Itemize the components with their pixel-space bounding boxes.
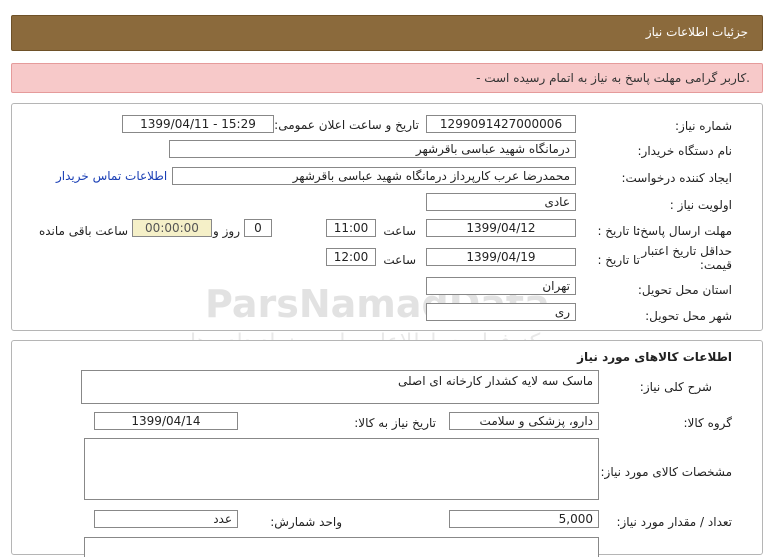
summary-label: شرح کلی نیاز: xyxy=(639,380,712,394)
city-field: ری xyxy=(426,303,576,321)
deadline-time-label: ساعت xyxy=(383,224,416,238)
province-label: استان محل تحویل: xyxy=(637,283,732,297)
province-field: تهران xyxy=(426,277,576,295)
unit-label: واحد شمارش: xyxy=(270,515,342,529)
additional-notes-field xyxy=(84,537,599,557)
need-number-label: شماره نیاز: xyxy=(675,119,732,133)
deadline-label: مهلت ارسال پاسخ: xyxy=(636,224,732,238)
buyer-field: درمانگاه شهید عباسی باقرشهر xyxy=(169,140,576,158)
buyer-label: نام دستگاه خریدار: xyxy=(637,144,733,158)
need-date-label: تاریخ نیاز به کالا: xyxy=(354,416,436,430)
need-date-field: 1399/04/14 xyxy=(94,412,238,430)
qty-label: تعداد / مقدار مورد نیاز: xyxy=(616,515,732,529)
creator-field: محمدرضا عرب کارپرداز درمانگاه شهید عباسی… xyxy=(172,167,576,185)
page-title: جزئیات اطلاعات نیاز xyxy=(645,25,748,39)
specs-label: مشخصات کالای مورد نیاز: xyxy=(600,465,732,479)
deadline-time-field: 11:00 xyxy=(326,219,376,237)
goods-section-title: اطلاعات کالاهای مورد نیاز xyxy=(577,350,732,364)
summary-field: ماسک سه لایه کشدار کارخانه ای اصلی xyxy=(81,370,599,404)
buyer-contact-link[interactable]: اطلاعات تماس خریدار xyxy=(56,169,167,183)
days-field: 0 xyxy=(244,219,272,237)
announce-label: تاریخ و ساعت اعلان عمومی: xyxy=(274,118,419,132)
alert-message: - کاربر گرامی مهلت پاسخ به نیاز به اتمام… xyxy=(476,71,750,85)
page-header: جزئیات اطلاعات نیاز xyxy=(11,15,763,51)
validity-to-date-label: تا تاریخ : xyxy=(597,253,640,267)
announce-field: 1399/04/11 - 15:29 xyxy=(122,115,274,133)
days-label: روز و xyxy=(213,224,240,238)
validity-time-field: 12:00 xyxy=(326,248,376,266)
priority-label: اولویت نیاز : xyxy=(669,198,732,212)
unit-field: عدد xyxy=(94,510,238,528)
qty-field: 5,000 xyxy=(449,510,599,528)
deadline-date-field: 1399/04/12 xyxy=(426,219,576,237)
remaining-label: ساعت باقی مانده xyxy=(38,224,128,238)
specs-field xyxy=(84,438,599,500)
validity-date-field: 1399/04/19 xyxy=(426,248,576,266)
group-field: دارو، پزشکی و سلامت xyxy=(449,412,599,430)
need-number-field: 1299091427000006 xyxy=(426,115,576,133)
deadline-alert: - کاربر گرامی مهلت پاسخ به نیاز به اتمام… xyxy=(11,63,763,93)
city-label: شهر محل تحویل: xyxy=(645,309,732,323)
validity-label-line2: قیمت: xyxy=(699,258,732,272)
deadline-to-date-label: تا تاریخ : xyxy=(597,224,640,238)
group-label: گروه کالا: xyxy=(683,416,733,430)
remaining-time-field: 00:00:00 xyxy=(132,219,212,237)
priority-field: عادی xyxy=(426,193,576,211)
creator-label: ایجاد کننده درخواست: xyxy=(621,171,732,185)
validity-label-line1: حداقل تاریخ اعتبار xyxy=(641,244,732,258)
validity-time-label: ساعت xyxy=(383,253,416,267)
